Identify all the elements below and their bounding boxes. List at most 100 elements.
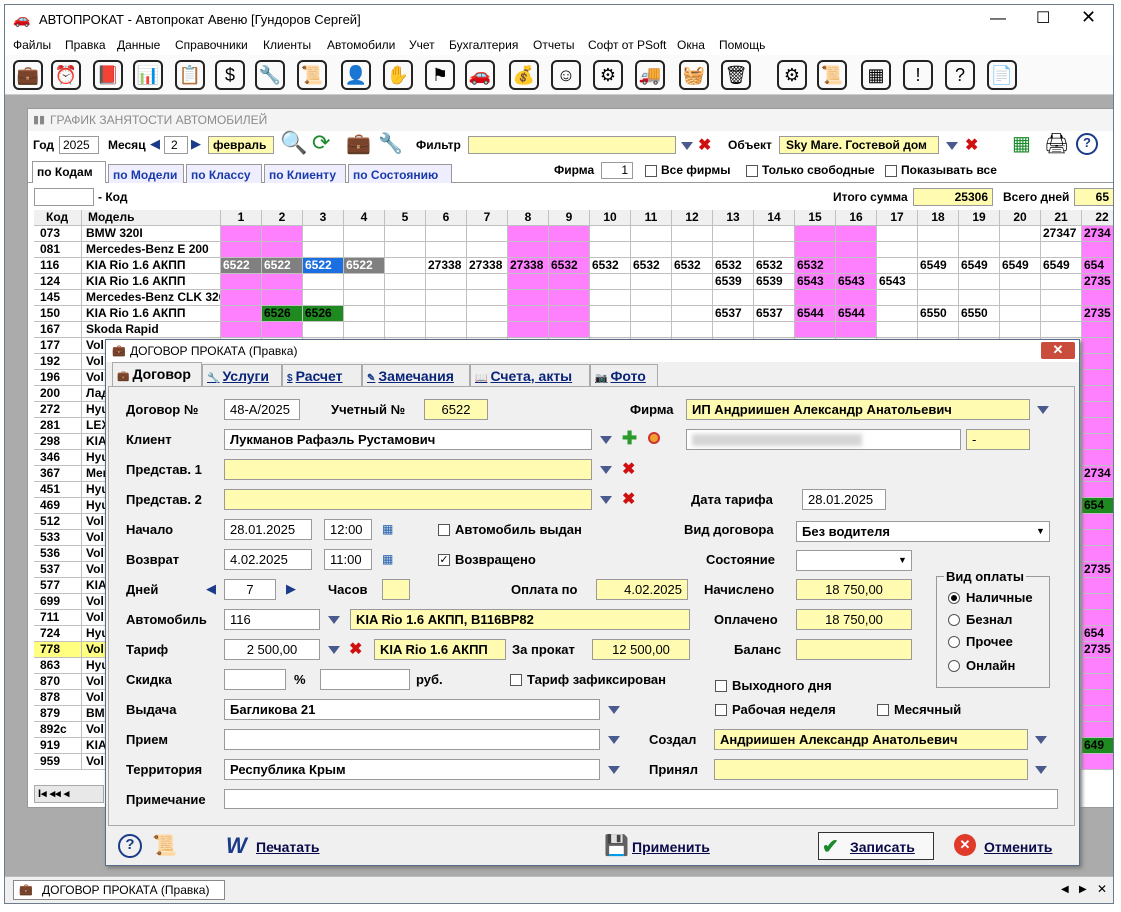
wrench-icon[interactable]: 🔧: [255, 60, 285, 90]
schedule-cell[interactable]: [467, 242, 508, 258]
schedule-cell[interactable]: [303, 322, 344, 338]
schedule-cell[interactable]: [1000, 242, 1041, 258]
schedule-cell[interactable]: [836, 242, 877, 258]
wrench-icon[interactable]: 🔧: [378, 131, 403, 156]
year-field[interactable]: 2025: [59, 136, 99, 154]
row-code[interactable]: 167: [34, 322, 82, 338]
monthly-checkbox[interactable]: [877, 704, 889, 716]
row-code[interactable]: 533: [34, 530, 82, 546]
row-code[interactable]: 919: [34, 738, 82, 754]
rep2-field[interactable]: [224, 489, 592, 510]
schedule-cell[interactable]: [877, 290, 918, 306]
work-week-checkbox[interactable]: [715, 704, 727, 716]
menu-item[interactable]: Файлы: [13, 38, 51, 52]
tab-schedule[interactable]: по Модели: [108, 164, 184, 183]
schedule-cell[interactable]: [303, 242, 344, 258]
schedule-cell[interactable]: 6526: [303, 306, 344, 322]
schedule-cell[interactable]: [467, 226, 508, 242]
schedule-cell[interactable]: 6549: [918, 258, 959, 274]
schedule-cell[interactable]: [1041, 274, 1082, 290]
trash-icon[interactable]: 🗑: [721, 60, 751, 90]
gear-icon[interactable]: ⚙: [593, 60, 623, 90]
schedule-cell[interactable]: [877, 242, 918, 258]
row-code[interactable]: 577: [34, 578, 82, 594]
schedule-cell[interactable]: [1000, 322, 1041, 338]
clipboard-icon[interactable]: 📋: [175, 60, 205, 90]
schedule-cell[interactable]: [385, 274, 426, 290]
schedule-cell[interactable]: [672, 242, 713, 258]
tab-schedule[interactable]: по Классу: [186, 164, 262, 183]
schedule-cell[interactable]: [1082, 450, 1113, 466]
schedule-cell[interactable]: [836, 258, 877, 274]
dialog-tab[interactable]: ✎ Замечания: [362, 364, 470, 386]
dialog-close-button[interactable]: ✕: [1041, 342, 1075, 359]
client-phone-field-redacted[interactable]: [686, 429, 961, 450]
menu-item[interactable]: Отчеты: [533, 38, 574, 52]
schedule-cell[interactable]: [959, 290, 1000, 306]
schedule-cell[interactable]: 2735: [1082, 274, 1113, 290]
schedule-cell[interactable]: 6526: [262, 306, 303, 322]
schedule-cell[interactable]: 2734: [1082, 466, 1113, 482]
print-button[interactable]: Печатать: [256, 839, 320, 855]
menu-item[interactable]: Справочники: [175, 38, 248, 52]
alarm-clock-icon[interactable]: ⏰: [51, 60, 81, 90]
schedule-cell[interactable]: [590, 290, 631, 306]
schedule-cell[interactable]: [1082, 594, 1113, 610]
schedule-cell[interactable]: 6549: [959, 258, 1000, 274]
filter-dropdown-icon[interactable]: [681, 142, 693, 150]
schedule-cell[interactable]: [877, 306, 918, 322]
car-issued-checkbox[interactable]: [438, 524, 450, 536]
schedule-cell[interactable]: [590, 226, 631, 242]
row-code[interactable]: 116: [34, 258, 82, 274]
schedule-cell[interactable]: [1082, 722, 1113, 738]
schedule-cell[interactable]: [385, 258, 426, 274]
refresh-icon[interactable]: ⟳: [312, 130, 330, 156]
row-model[interactable]: KIA Rio 1.6 АКПП: [82, 258, 221, 274]
schedule-cell[interactable]: 6537: [713, 306, 754, 322]
money-bag-icon[interactable]: 💰: [509, 60, 539, 90]
schedule-cell[interactable]: [344, 242, 385, 258]
schedule-cell[interactable]: [467, 274, 508, 290]
acc-no-field[interactable]: 6522: [424, 399, 488, 420]
schedule-cell[interactable]: [344, 306, 385, 322]
schedule-cell[interactable]: 6532: [795, 258, 836, 274]
schedule-cell[interactable]: 2735: [1082, 642, 1113, 658]
schedule-cell[interactable]: 654: [1082, 626, 1113, 642]
row-code[interactable]: 200: [34, 386, 82, 402]
cancel-button[interactable]: Отменить: [984, 839, 1052, 855]
row-code[interactable]: 346: [34, 450, 82, 466]
object-clear-icon[interactable]: ✖: [965, 135, 978, 155]
apply-button[interactable]: Применить: [632, 839, 710, 855]
row-code[interactable]: 073: [34, 226, 82, 242]
row-model[interactable]: Mercedes-Benz CLK 320: [82, 290, 221, 306]
minimize-button[interactable]: —: [990, 10, 1006, 28]
schedule-cell[interactable]: 2735: [1082, 562, 1113, 578]
close-button[interactable]: ✕: [1081, 7, 1096, 28]
schedule-cell[interactable]: 6539: [713, 274, 754, 290]
start-calendar-icon[interactable]: ▦: [382, 522, 393, 536]
schedule-cell[interactable]: [549, 290, 590, 306]
territory-field[interactable]: Республика Крым: [224, 759, 600, 780]
schedule-cell[interactable]: [344, 226, 385, 242]
schedule-cell[interactable]: [426, 226, 467, 242]
schedule-cell[interactable]: 2734: [1082, 226, 1113, 242]
schedule-cell[interactable]: [1082, 290, 1113, 306]
schedule-cell[interactable]: 6532: [590, 258, 631, 274]
menu-item[interactable]: Окна: [677, 38, 705, 52]
schedule-cell[interactable]: 6543: [795, 274, 836, 290]
object-dropdown-icon[interactable]: [946, 142, 958, 150]
code-search-field[interactable]: [34, 188, 94, 206]
schedule-cell[interactable]: 654: [1082, 258, 1113, 274]
dialog-tab[interactable]: 💼 Договор: [112, 362, 202, 386]
receive-field[interactable]: [224, 729, 600, 750]
state-select[interactable]: [796, 550, 912, 571]
rep1-dropdown-icon[interactable]: [600, 466, 612, 474]
schedule-cell[interactable]: 6537: [754, 306, 795, 322]
schedule-cell[interactable]: [631, 306, 672, 322]
schedule-cell[interactable]: 6539: [754, 274, 795, 290]
schedule-cell[interactable]: [508, 322, 549, 338]
schedule-cell[interactable]: [303, 274, 344, 290]
discount-percent-field[interactable]: [224, 669, 286, 690]
discount-rub-field[interactable]: [320, 669, 410, 690]
row-code[interactable]: 150: [34, 306, 82, 322]
